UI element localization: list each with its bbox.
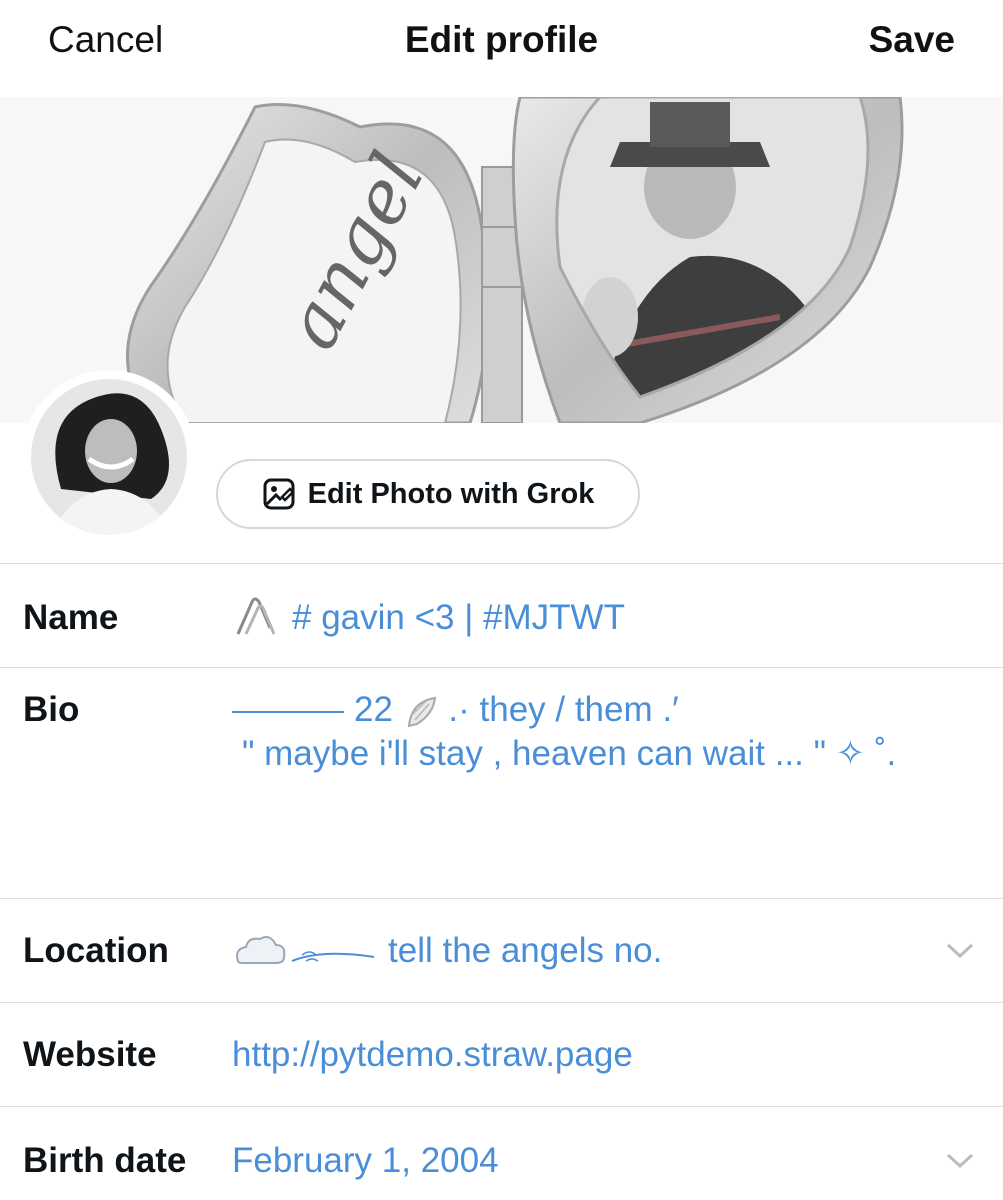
location-field[interactable]: tell the angels no.: [232, 929, 662, 973]
website-row[interactable]: Website http://pytdemo.straw.page: [0, 1002, 1003, 1106]
bio-age: 22: [354, 690, 393, 729]
birth-date-row[interactable]: Birth date February 1, 2004: [0, 1106, 1003, 1200]
birth-date-field[interactable]: February 1, 2004: [232, 1139, 499, 1183]
website-label: Website: [23, 1035, 157, 1074]
wing-icon: [407, 696, 436, 728]
header-photo[interactable]: angel: [0, 97, 1003, 423]
edit-photo-with-grok-button[interactable]: Edit Photo with Grok: [216, 459, 640, 529]
bio-dash-line: [232, 710, 344, 713]
bio-label: Bio: [23, 690, 80, 729]
avatar-photo: [31, 379, 187, 535]
cancel-button[interactable]: Cancel: [48, 16, 163, 64]
location-value: tell the angels no.: [388, 931, 663, 970]
cloud-icon: [236, 936, 375, 964]
name-field[interactable]: # gavin <3 | #MJTWT: [232, 596, 625, 640]
edit-photo-with-grok-label: Edit Photo with Grok: [307, 477, 595, 510]
name-label: Name: [23, 598, 119, 637]
bio-line-1: 22 .· they / them .′: [232, 688, 896, 732]
chevron-down-icon[interactable]: [945, 1151, 975, 1171]
avatar[interactable]: [22, 370, 196, 544]
location-label: Location: [23, 931, 169, 970]
name-row[interactable]: Name # gavin <3 | #MJTWT: [0, 563, 1003, 667]
grok-image-edit-icon: [263, 478, 295, 510]
bio-line-2: " maybe i'll stay , heaven can wait ... …: [242, 734, 897, 773]
birth-date-label: Birth date: [23, 1141, 187, 1180]
heart-locket-image: angel: [0, 97, 1003, 423]
name-value: # gavin <3 | #MJTWT: [292, 598, 625, 637]
bio-pronouns: .· they / them .′: [448, 690, 679, 729]
bio-row[interactable]: Bio 22 .· they / them .′ " maybe i'll st…: [0, 667, 1003, 898]
save-button[interactable]: Save: [869, 16, 955, 64]
chevron-down-icon[interactable]: [945, 941, 975, 961]
website-field[interactable]: http://pytdemo.straw.page: [232, 1033, 633, 1077]
bio-field[interactable]: 22 .· they / them .′ " maybe i'll stay ,…: [232, 688, 896, 776]
paperclip-icon: [236, 597, 276, 635]
top-bar: Cancel Edit profile Save: [0, 0, 1003, 84]
location-row[interactable]: Location tell the angels no.: [0, 898, 1003, 1002]
